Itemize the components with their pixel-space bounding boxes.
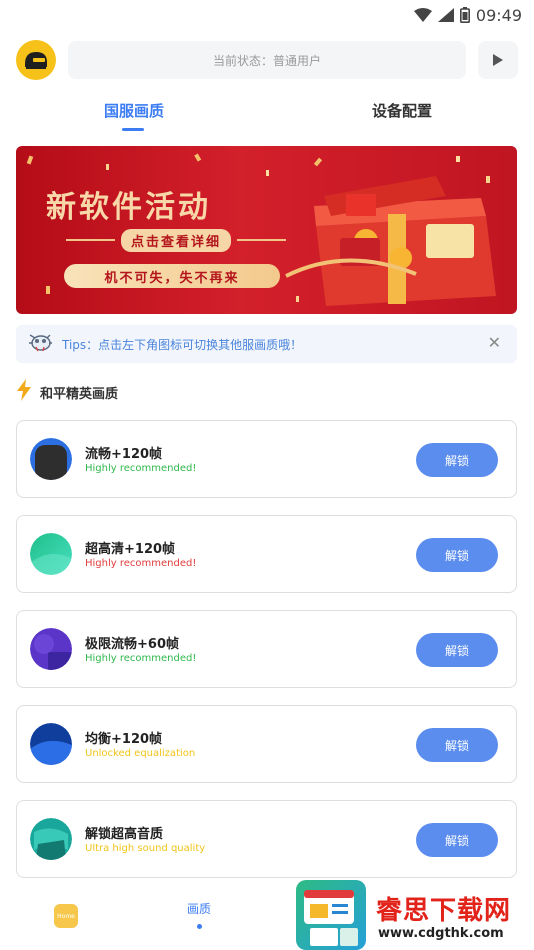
status-bar: 09:49	[0, 0, 534, 30]
unlock-button[interactable]: 解锁	[416, 823, 498, 857]
battery-icon	[459, 7, 470, 23]
card-icon	[30, 533, 72, 575]
banner-slogan: 机不可失，失不再来	[64, 264, 280, 288]
user-status-bar: 当前状态：普通用户	[68, 41, 466, 79]
wifi-icon	[413, 8, 432, 22]
card-name: 解锁超高音质	[85, 827, 164, 842]
card-desc: Highly recommended!	[85, 558, 197, 569]
quality-card: 超高清+120帧 Highly recommended! 解锁	[16, 515, 517, 593]
tab-bar: 国服画质 设备配置	[0, 92, 534, 136]
unlock-button[interactable]: 解锁	[416, 633, 498, 667]
tips-text: Tips：点击左下角图标可切换其他服画质哦！	[62, 337, 303, 352]
top-bar: 当前状态：普通用户	[16, 40, 518, 80]
section-header: 和平精英画质	[16, 379, 119, 405]
tab-guofu-quality[interactable]: 国服画质	[104, 100, 164, 121]
quality-card: 流畅+120帧 Highly recommended! 解锁	[16, 420, 517, 498]
nav-active-dot	[197, 924, 202, 929]
quality-card: 解锁超高音质 Ultra high sound quality 解锁	[16, 800, 517, 878]
banner-subtitle: 点击查看详细	[121, 228, 232, 252]
unlock-button[interactable]: 解锁	[416, 728, 498, 762]
signal-icon	[437, 8, 454, 22]
card-desc: Highly recommended!	[85, 463, 197, 474]
play-icon	[493, 54, 503, 66]
user-status-text: 当前状态：普通用户	[212, 53, 321, 68]
card-desc: Ultra high sound quality	[85, 843, 206, 854]
home-icon[interactable]: Home	[54, 904, 78, 928]
divider	[237, 239, 287, 241]
unlock-button[interactable]: 解锁	[416, 538, 498, 572]
unlock-button[interactable]: 解锁	[416, 443, 498, 477]
banner-subtitle-wrap: 点击查看详细	[60, 228, 292, 252]
card-name: 流畅+120帧	[85, 447, 163, 462]
helmet-icon	[25, 52, 47, 69]
card-desc: Unlocked equalization	[85, 748, 196, 759]
quality-card: 均衡+120帧 Unlocked equalization 解锁	[16, 705, 517, 783]
watermark-title: 睿思下载网	[376, 896, 512, 926]
card-icon	[30, 438, 72, 480]
nav-quality[interactable]: 画质	[187, 900, 211, 917]
watermark-url: www.cdgthk.com	[378, 926, 504, 941]
watermark-logo-icon	[296, 880, 366, 950]
close-icon[interactable]: ✕	[488, 335, 501, 351]
card-name: 极限流畅+60帧	[85, 637, 179, 652]
avatar[interactable]	[16, 40, 56, 80]
site-watermark: 睿思下载网 www.cdgthk.com	[296, 880, 534, 950]
banner-title: 新软件活动	[46, 190, 211, 225]
play-button[interactable]	[478, 41, 518, 79]
tips-bar: Tips：点击左下角图标可切换其他服画质哦！ ✕	[16, 325, 517, 363]
promo-banner[interactable]: 新软件活动 点击查看详细 机不可失，失不再来	[16, 146, 517, 314]
lightning-icon	[16, 379, 32, 405]
divider	[66, 239, 115, 241]
bug-icon	[26, 329, 54, 359]
card-icon	[30, 723, 72, 765]
home-icon-text: Home	[57, 912, 75, 920]
status-time: 09:49	[475, 5, 522, 25]
card-name: 超高清+120帧	[85, 542, 176, 557]
tab-device-config[interactable]: 设备配置	[372, 100, 432, 121]
tab-active-indicator	[122, 128, 144, 131]
card-icon	[30, 628, 72, 670]
card-desc: Highly recommended!	[85, 653, 197, 664]
quality-card: 极限流畅+60帧 Highly recommended! 解锁	[16, 610, 517, 688]
section-title: 和平精英画质	[40, 386, 119, 402]
card-name: 均衡+120帧	[85, 732, 163, 747]
card-icon	[30, 818, 72, 860]
